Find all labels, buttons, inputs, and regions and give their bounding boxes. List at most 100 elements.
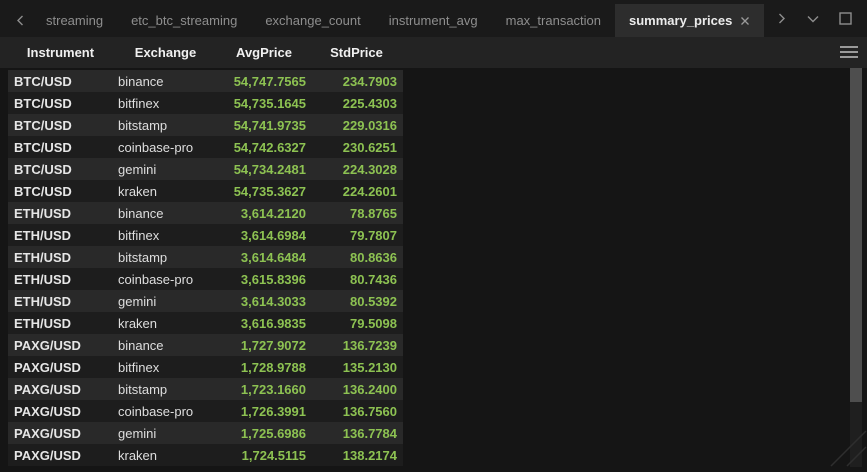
table-body: BTC/USD binance 54,747.7565 234.7903 BTC… (8, 70, 403, 466)
avgprice-cell: 3,614.6484 (218, 250, 310, 265)
tab-list-dropdown-button[interactable] (802, 8, 824, 30)
avgprice-cell: 3,614.3033 (218, 294, 310, 309)
tab-list: streaming etc_btc_streaming exchange_cou… (32, 4, 764, 37)
avgprice-cell: 54,734.2481 (218, 162, 310, 177)
stdprice-cell: 79.7807 (310, 228, 403, 243)
avgprice-cell: 1,724.5115 (218, 448, 310, 463)
chevron-down-icon (807, 15, 819, 23)
tab-label: max_transaction (506, 13, 601, 28)
instrument-cell: BTC/USD (8, 74, 113, 89)
table-row[interactable]: BTC/USD kraken 54,735.3627 224.2601 (8, 180, 403, 202)
avgprice-cell: 54,741.9735 (218, 118, 310, 133)
instrument-cell: BTC/USD (8, 118, 113, 133)
scroll-tabs-forward-button[interactable] (770, 8, 792, 30)
table-menu-button[interactable] (838, 41, 860, 63)
tab-instrument_avg[interactable]: instrument_avg (375, 4, 492, 37)
stdprice-cell: 136.2400 (310, 382, 403, 397)
avgprice-cell: 1,723.1660 (218, 382, 310, 397)
chevron-left-icon (15, 15, 26, 26)
stdprice-cell: 135.2130 (310, 360, 403, 375)
avgprice-cell: 54,742.6327 (218, 140, 310, 155)
table-row[interactable]: ETH/USD coinbase-pro 3,615.8396 80.7436 (8, 268, 403, 290)
table-row[interactable]: ETH/USD bitfinex 3,614.6984 79.7807 (8, 224, 403, 246)
instrument-cell: BTC/USD (8, 184, 113, 199)
hamburger-icon (840, 46, 858, 48)
resize-grip[interactable] (825, 425, 867, 467)
table-row[interactable]: ETH/USD bitstamp 3,614.6484 80.8636 (8, 246, 403, 268)
table-row[interactable]: ETH/USD kraken 3,616.9835 79.5098 (8, 312, 403, 334)
table-header-row: Instrument Exchange AvgPrice StdPrice (8, 37, 403, 68)
stdprice-cell: 80.7436 (310, 272, 403, 287)
exchange-cell: binance (113, 74, 218, 89)
exchange-cell: binance (113, 338, 218, 353)
instrument-cell: PAXG/USD (8, 338, 113, 353)
instrument-cell: BTC/USD (8, 140, 113, 155)
table-row[interactable]: PAXG/USD bitfinex 1,728.9788 135.2130 (8, 356, 403, 378)
tab-streaming[interactable]: streaming (32, 4, 117, 37)
avgprice-cell: 3,614.2120 (218, 206, 310, 221)
column-header-stdprice[interactable]: StdPrice (310, 37, 403, 68)
stdprice-cell: 138.2174 (310, 448, 403, 463)
table-row[interactable]: BTC/USD coinbase-pro 54,742.6327 230.625… (8, 136, 403, 158)
exchange-cell: bitstamp (113, 250, 218, 265)
avgprice-cell: 1,725.6986 (218, 426, 310, 441)
exchange-cell: kraken (113, 316, 218, 331)
column-header-instrument[interactable]: Instrument (8, 37, 113, 68)
table-row[interactable]: PAXG/USD binance 1,727.9072 136.7239 (8, 334, 403, 356)
table-row[interactable]: PAXG/USD bitstamp 1,723.1660 136.2400 (8, 378, 403, 400)
exchange-cell: bitstamp (113, 382, 218, 397)
avgprice-cell: 54,747.7565 (218, 74, 310, 89)
maximize-button[interactable] (834, 8, 856, 30)
app-window: streaming etc_btc_streaming exchange_cou… (0, 0, 867, 467)
table-row[interactable]: BTC/USD bitstamp 54,741.9735 229.0316 (8, 114, 403, 136)
table-row[interactable]: BTC/USD binance 54,747.7565 234.7903 (8, 70, 403, 92)
column-header-avgprice[interactable]: AvgPrice (218, 37, 310, 68)
table-row[interactable]: BTC/USD bitfinex 54,735.1645 225.4303 (8, 92, 403, 114)
stdprice-cell: 224.2601 (310, 184, 403, 199)
tab-label: instrument_avg (389, 13, 478, 28)
stdprice-cell: 79.5098 (310, 316, 403, 331)
tab-bar: streaming etc_btc_streaming exchange_cou… (0, 0, 867, 37)
tab-etc_btc_streaming[interactable]: etc_btc_streaming (117, 4, 251, 37)
table-row[interactable]: BTC/USD gemini 54,734.2481 224.3028 (8, 158, 403, 180)
exchange-cell: gemini (113, 294, 218, 309)
tab-label: exchange_count (265, 13, 360, 28)
table-row[interactable]: PAXG/USD coinbase-pro 1,726.3991 136.756… (8, 400, 403, 422)
exchange-cell: kraken (113, 448, 218, 463)
chevron-right-icon (776, 13, 787, 24)
avgprice-cell: 3,614.6984 (218, 228, 310, 243)
exchange-cell: coinbase-pro (113, 272, 218, 287)
vertical-scrollbar[interactable] (850, 68, 862, 467)
table-header-band: Instrument Exchange AvgPrice StdPrice (0, 37, 867, 68)
tab-bar-controls (770, 0, 856, 37)
avgprice-cell: 54,735.1645 (218, 96, 310, 111)
scroll-tabs-back-button[interactable] (8, 4, 32, 37)
exchange-cell: bitfinex (113, 96, 218, 111)
instrument-cell: PAXG/USD (8, 448, 113, 463)
exchange-cell: binance (113, 206, 218, 221)
instrument-cell: PAXG/USD (8, 382, 113, 397)
scrollbar-thumb[interactable] (850, 68, 862, 402)
exchange-cell: bitfinex (113, 360, 218, 375)
close-tab-button[interactable] (740, 16, 750, 26)
tab-max_transaction[interactable]: max_transaction (492, 4, 615, 37)
instrument-cell: ETH/USD (8, 316, 113, 331)
square-icon (839, 12, 852, 25)
table-row[interactable]: PAXG/USD gemini 1,725.6986 136.7784 (8, 422, 403, 444)
table-row[interactable]: ETH/USD binance 3,614.2120 78.8765 (8, 202, 403, 224)
tab-exchange_count[interactable]: exchange_count (251, 4, 374, 37)
table-row[interactable]: PAXG/USD kraken 1,724.5115 138.2174 (8, 444, 403, 466)
resize-grip-icon (825, 425, 867, 467)
tab-summary_prices[interactable]: summary_prices (615, 4, 764, 37)
table-row[interactable]: ETH/USD gemini 3,614.3033 80.5392 (8, 290, 403, 312)
instrument-cell: ETH/USD (8, 294, 113, 309)
instrument-cell: PAXG/USD (8, 426, 113, 441)
avgprice-cell: 54,735.3627 (218, 184, 310, 199)
stdprice-cell: 225.4303 (310, 96, 403, 111)
instrument-cell: PAXG/USD (8, 404, 113, 419)
stdprice-cell: 80.5392 (310, 294, 403, 309)
instrument-cell: ETH/USD (8, 206, 113, 221)
exchange-cell: gemini (113, 162, 218, 177)
column-header-exchange[interactable]: Exchange (113, 37, 218, 68)
hamburger-icon (840, 56, 858, 58)
